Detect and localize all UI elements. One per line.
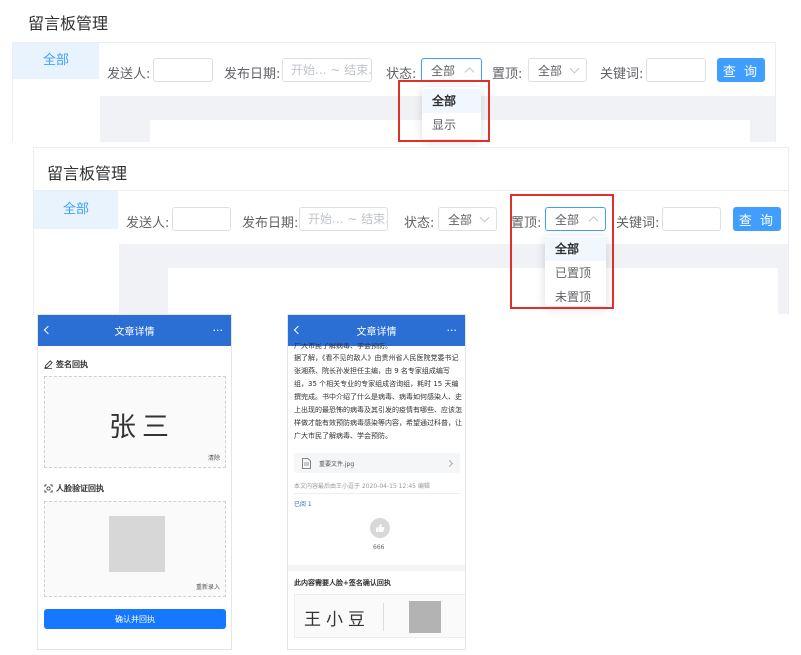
header-title: 文章详情 (114, 327, 155, 338)
query-button[interactable]: 查 询 (733, 207, 781, 231)
article-line: 广大市民了解病毒、学会预防。 (294, 343, 392, 350)
article-line: 广大市民了解病毒、学会预防。 (294, 432, 392, 440)
article-line: 撰完成。书中介绍了什么是病毒、病毒如何感染人、史 (294, 393, 462, 401)
sender-label: 发送人: (107, 67, 151, 82)
face-capture-box[interactable]: 重新录入 (44, 501, 226, 597)
date-label: 发布日期: (224, 67, 281, 82)
edit-note: 本文内容最后由王小逗于 2020-04-15 12:45 编辑 (294, 483, 430, 490)
more-icon[interactable]: ··· (447, 324, 458, 337)
sender-input[interactable] (172, 207, 231, 231)
like-button[interactable] (370, 518, 390, 538)
top-panel: 留言板管理 全部 发送人: 发布日期: 开始... ~ 结束... 状态: 全部… (0, 0, 801, 142)
pin-select-value: 全部 (538, 63, 563, 78)
back-arrow-icon[interactable] (43, 325, 53, 335)
signature-section-title: 签名回执 (44, 359, 88, 370)
signature-text: 张三 (109, 412, 175, 443)
page-title: 留言板管理 (47, 164, 128, 183)
divider (294, 493, 460, 494)
phone-article-screen: 文章详情 ··· 广大市民了解病毒、学会预防。 据了解，《看不见的敌人》由贵州省… (287, 314, 466, 650)
face-scan-icon (44, 484, 53, 493)
pin-label: 置顶: (492, 67, 523, 82)
status-select[interactable]: 全部 (438, 207, 497, 231)
file-icon (302, 457, 311, 469)
highlight-box (510, 194, 614, 309)
face-photo-placeholder (109, 516, 165, 572)
face-section-title: 人脸验证回执 (44, 483, 104, 494)
pin-select[interactable]: 全部 (528, 58, 587, 82)
chevron-right-icon (445, 459, 454, 467)
date-range-input[interactable]: 开始... ~ 结束... (282, 58, 372, 82)
keyword-label: 关键词: (616, 216, 660, 231)
status-select-value: 全部 (431, 63, 456, 78)
chevron-up-icon (464, 67, 475, 78)
re-record-button[interactable]: 重新录入 (196, 582, 220, 591)
article-line: 上出现的最恐怖的病毒及其引发的疫情有哪些、应该怎 (294, 406, 462, 414)
article-line: 组，35 个相关专业的专家组成咨询组，耗时 15 天编 (294, 380, 459, 388)
receipt-signature: 王小豆 (304, 610, 370, 630)
status-select[interactable]: 全部 (421, 58, 482, 82)
receipt-title: 此内容需要人脸+签名确认回执 (294, 579, 391, 587)
article-body: 广大市民了解病毒、学会预防。 据了解，《看不见的敌人》由贵州省人民医院党委书记 … (294, 343, 464, 443)
side-tab-all[interactable]: 全部 (34, 191, 118, 229)
status-select-value: 全部 (448, 212, 473, 227)
thumbs-up-icon (376, 524, 385, 532)
article-line: 样做才能有效预防病毒感染等内容，希望通过科普，让 (294, 419, 462, 427)
receipt-box: 王小豆 (294, 594, 465, 638)
like-count: 666 (373, 544, 385, 551)
section-separator (288, 565, 465, 571)
page-title: 留言板管理 (28, 14, 109, 33)
phone-header: 文章详情 ··· (38, 315, 231, 346)
chevron-down-icon (479, 212, 490, 223)
clear-button[interactable]: 清除 (208, 453, 220, 462)
status-label: 状态: (404, 216, 435, 231)
confirm-receipt-button[interactable]: 确认并回执 (44, 609, 226, 629)
signature-pad[interactable]: 张三 清除 (44, 376, 226, 468)
date-label: 发布日期: (242, 216, 299, 231)
keyword-label: 关键词: (600, 67, 644, 82)
highlight-box (398, 80, 490, 142)
read-count[interactable]: 已阅 1 (294, 499, 312, 508)
date-range-input[interactable]: 开始... ~ 结束... (299, 207, 388, 231)
back-arrow-icon[interactable] (293, 325, 303, 335)
content-placeholder (168, 268, 778, 314)
sender-input[interactable] (153, 58, 213, 82)
bottom-panel: 留言板管理 全部 发送人: 发布日期: 开始... ~ 结束... 状态: 全部… (0, 142, 801, 315)
keyword-input[interactable] (646, 58, 706, 82)
article-line: 张湘燕、院长孙发担任主编，由 9 名专家组成编写 (294, 367, 450, 375)
phone-header: 文章详情 ··· (288, 315, 465, 346)
phone-signature-screen: 文章详情 ··· 签名回执 张三 清除 人脸验证回执 重新录入 确认并回执 (37, 314, 232, 650)
side-tab-all[interactable]: 全部 (13, 43, 99, 79)
sender-label: 发送人: (126, 216, 170, 231)
attachment-row[interactable]: 重要文件.jpg (294, 453, 460, 473)
header-title: 文章详情 (356, 327, 397, 338)
keyword-input[interactable] (662, 207, 721, 231)
pen-icon (44, 360, 53, 369)
chevron-down-icon (569, 63, 580, 74)
attachment-name: 重要文件.jpg (319, 460, 355, 468)
more-icon[interactable]: ··· (213, 324, 224, 337)
article-line: 据了解，《看不见的敌人》由贵州省人民医院党委书记 (294, 354, 459, 362)
divider (383, 603, 384, 631)
query-button[interactable]: 查 询 (717, 58, 765, 82)
receipt-face-photo (409, 601, 441, 633)
divider (34, 190, 788, 191)
